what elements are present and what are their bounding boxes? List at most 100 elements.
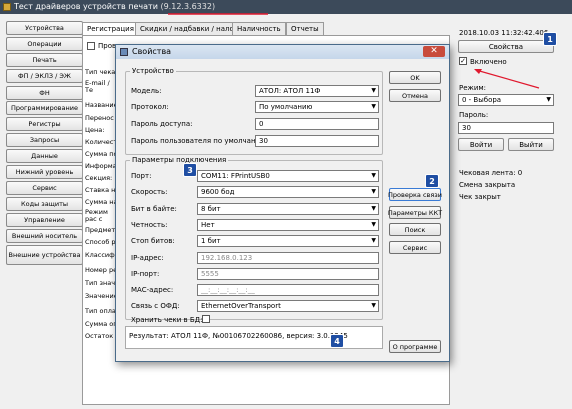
connection-group-title: Параметры подключения xyxy=(130,156,229,164)
check-connection-button[interactable]: Проверка связи xyxy=(388,188,442,201)
sidebar-item-print[interactable]: Печать xyxy=(6,53,83,67)
stopbits-label: Стоп битов: xyxy=(131,237,175,245)
tab-cash[interactable]: Наличность xyxy=(232,22,286,36)
sidebar-item-fn[interactable]: ФН xyxy=(6,86,83,100)
access-password-input[interactable]: 0 xyxy=(255,118,379,130)
label-info: Информац xyxy=(85,162,119,170)
chevron-down-icon: ▼ xyxy=(371,172,376,179)
device-group-title: Устройство xyxy=(130,67,176,75)
chevron-down-icon: ▼ xyxy=(371,237,376,244)
sidebar-item-security-codes[interactable]: Коды защиты xyxy=(6,197,83,211)
chevron-down-icon: ▼ xyxy=(371,103,376,110)
ipport-input[interactable]: 5555 xyxy=(197,268,379,280)
parity-value: Нет xyxy=(201,221,215,229)
label-name: Название xyxy=(85,101,118,109)
check-checkbox[interactable] xyxy=(87,42,95,50)
label-quantity: Количест xyxy=(85,138,118,146)
close-icon[interactable]: ✕ xyxy=(423,46,445,57)
label-receipt-type: Тип чека: xyxy=(85,68,118,76)
result-box: Результат: АТОЛ 11Ф, №00106702260086, ве… xyxy=(125,326,383,349)
bits-select[interactable]: 8 бит ▼ xyxy=(197,203,379,215)
store-label: Хранить чеки в БД: xyxy=(131,316,203,324)
dialog-title: Свойства xyxy=(132,47,172,56)
parity-select[interactable]: Нет ▼ xyxy=(197,219,379,231)
mode-select[interactable]: 0 - Выбора ▼ xyxy=(458,94,554,106)
sidebar-item-devices[interactable]: Устройства xyxy=(6,21,83,35)
tab-reports[interactable]: Отчеты xyxy=(286,22,324,36)
label-payment-type: Тип оплат xyxy=(85,307,119,315)
properties-button[interactable]: Свойства xyxy=(458,40,554,53)
mac-input[interactable]: __:__:__:__:__:__ xyxy=(197,284,379,296)
exit-button[interactable]: Выйти xyxy=(508,138,554,151)
model-value: АТОЛ: АТОЛ 11Ф xyxy=(259,87,321,95)
kkt-params-button[interactable]: Параметры ККТ xyxy=(388,206,442,219)
port-value: COM11: FPrintUSB0 xyxy=(201,172,270,180)
speed-value: 9600 бод xyxy=(201,188,235,196)
properties-dialog: Свойства ✕ Устройство Модель: АТОЛ: АТОЛ… xyxy=(115,44,450,362)
label-price: Цена: xyxy=(85,126,105,134)
sidebar-item-fp[interactable]: ФП / ЭКЛЗ / ЭЖ xyxy=(6,69,83,83)
protocol-select[interactable]: По умолчанию ▼ xyxy=(255,101,379,113)
user-password-input[interactable]: 30 xyxy=(255,135,379,147)
port-select[interactable]: COM11: FPrintUSB0 ▼ xyxy=(197,170,379,182)
sidebar-item-operations[interactable]: Операции xyxy=(6,37,83,51)
sidebar-item-low-level[interactable]: Нижний уровень xyxy=(6,165,83,179)
label-email: E-mail / Те пользоват xyxy=(85,80,119,94)
label-wrap: Перенос т xyxy=(85,114,119,122)
mode-label: Режим: xyxy=(459,84,487,92)
speed-select[interactable]: 9600 бод ▼ xyxy=(197,186,379,198)
label-section: Секция: xyxy=(85,174,113,182)
chevron-down-icon: ▼ xyxy=(546,96,551,103)
ofd-select[interactable]: EthernetOverTransport ▼ xyxy=(197,300,379,312)
dialog-icon xyxy=(120,48,128,56)
sidebar-item-data[interactable]: Данные xyxy=(6,149,83,163)
mac-label: MAC-адрес: xyxy=(131,286,174,294)
enter-button[interactable]: Войти xyxy=(458,138,504,151)
ofd-value: EthernetOverTransport xyxy=(201,302,281,310)
ok-button[interactable]: OK xyxy=(389,71,441,84)
stopbits-value: 1 бит xyxy=(201,237,221,245)
access-password-label: Пароль доступа: xyxy=(131,120,193,128)
label-classifier: Классифи xyxy=(85,251,119,259)
sidebar-item-control[interactable]: Управление xyxy=(6,213,83,227)
parity-label: Четность: xyxy=(131,221,168,229)
ip-label: IP-адрес: xyxy=(131,254,164,262)
password-label: Пароль: xyxy=(459,111,489,119)
tab-discounts[interactable]: Скидки / надбавки / налоги xyxy=(135,22,247,36)
mode-value: 0 - Выбора xyxy=(462,96,502,104)
stopbits-select[interactable]: 1 бит ▼ xyxy=(197,235,379,247)
label-reg-number: Номер рег xyxy=(85,266,119,274)
service-button[interactable]: Сервис xyxy=(389,241,441,254)
about-button[interactable]: О программе xyxy=(389,340,441,353)
label-remainder: Остаток xyxy=(85,332,114,340)
sidebar-item-external-devices[interactable]: Внешние устройства xyxy=(6,245,83,265)
status-shift: Смена закрыта xyxy=(459,181,516,189)
label-sum-by: Сумма по xyxy=(85,150,118,158)
sidebar-item-registers[interactable]: Регистры xyxy=(6,117,83,131)
chevron-down-icon: ▼ xyxy=(371,188,376,195)
label-subject: Предмет р xyxy=(85,226,119,234)
password-input[interactable]: 30 xyxy=(458,122,554,134)
chevron-down-icon: ▼ xyxy=(371,87,376,94)
protocol-label: Протокол: xyxy=(131,103,169,111)
label-method: Способ ра xyxy=(85,238,119,246)
bits-label: Бит в байте: xyxy=(131,205,177,213)
sidebar-item-programming[interactable]: Программирование xyxy=(6,101,83,115)
sidebar-item-external-media[interactable]: Внешний носитель xyxy=(6,229,83,243)
marker-2: 2 xyxy=(425,174,439,188)
search-button[interactable]: Поиск xyxy=(389,223,441,236)
marker-1: 1 xyxy=(543,32,557,46)
cancel-button[interactable]: Отмена xyxy=(389,89,441,102)
sidebar-item-service[interactable]: Сервис xyxy=(6,181,83,195)
datetime-display: 2018.10.03 11:32:42.406 xyxy=(459,29,549,37)
marker-3: 3 xyxy=(183,163,197,177)
label-value: Значение xyxy=(85,292,118,300)
speed-label: Скорость: xyxy=(131,188,168,196)
model-select[interactable]: АТОЛ: АТОЛ 11Ф ▼ xyxy=(255,85,379,97)
sidebar-item-requests[interactable]: Запросы xyxy=(6,133,83,147)
store-checkbox[interactable] xyxy=(202,315,210,323)
result-text: Результат: АТОЛ 11Ф, №00106702260086, ве… xyxy=(129,332,348,340)
enabled-checkbox[interactable]: ✓ xyxy=(459,57,467,65)
chevron-down-icon: ▼ xyxy=(371,221,376,228)
ip-input[interactable]: 192.168.0.123 xyxy=(197,252,379,264)
